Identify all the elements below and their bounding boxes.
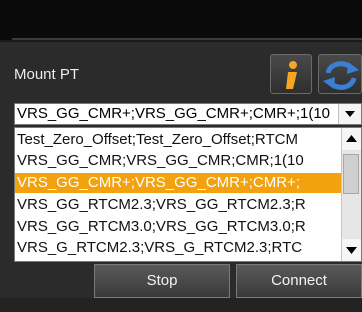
- chevron-up-icon: [346, 135, 357, 142]
- mount-pt-selected-value: VRS_GG_CMR+;VRS_GG_CMR+;CMR+;1(10: [17, 105, 331, 122]
- list-item[interactable]: VRS_GG_CMR;VRS_GG_CMR;CMR;1(10: [15, 151, 341, 171]
- header-divider: [12, 38, 362, 40]
- list-item[interactable]: VRS_G_RTCM2.3;VRS_G_RTCM2.3;RTC: [15, 238, 341, 258]
- list-item[interactable]: Test_Zero_Offset;Test_Zero_Offset;RTCM: [15, 130, 341, 150]
- list-item[interactable]: VRS_GG_RTCM2.3;VRS_GG_RTCM2.3;R: [15, 195, 341, 215]
- chevron-down-icon: [345, 111, 355, 117]
- scroll-thumb[interactable]: [343, 154, 359, 194]
- info-icon: [286, 61, 297, 89]
- sync-button[interactable]: [318, 54, 362, 94]
- stop-button[interactable]: Stop: [94, 264, 230, 298]
- scroll-down-button[interactable]: [342, 239, 361, 261]
- mount-pt-dropdown[interactable]: VRS_GG_CMR+;VRS_GG_CMR+;CMR+;1(10: [14, 103, 362, 125]
- list-item[interactable]: VRS_GG_RTCM3.0;VRS_GG_RTCM3.0;R: [15, 217, 341, 237]
- top-bar: [0, 0, 362, 40]
- dropdown-toggle[interactable]: [338, 104, 361, 124]
- chevron-down-icon: [346, 247, 357, 254]
- sync-arrows-icon: [323, 61, 359, 90]
- mount-pt-list: Test_Zero_Offset;Test_Zero_Offset;RTCM V…: [14, 127, 362, 262]
- list-scrollbar[interactable]: [341, 128, 361, 261]
- bottom-strip: [0, 298, 362, 312]
- mount-pt-label: Mount PT: [14, 66, 80, 83]
- info-button[interactable]: [270, 54, 312, 94]
- connect-button[interactable]: Connect: [236, 264, 362, 298]
- list-item-selected[interactable]: VRS_GG_CMR+;VRS_GG_CMR+;CMR+;: [15, 173, 341, 193]
- scroll-up-button[interactable]: [342, 128, 361, 150]
